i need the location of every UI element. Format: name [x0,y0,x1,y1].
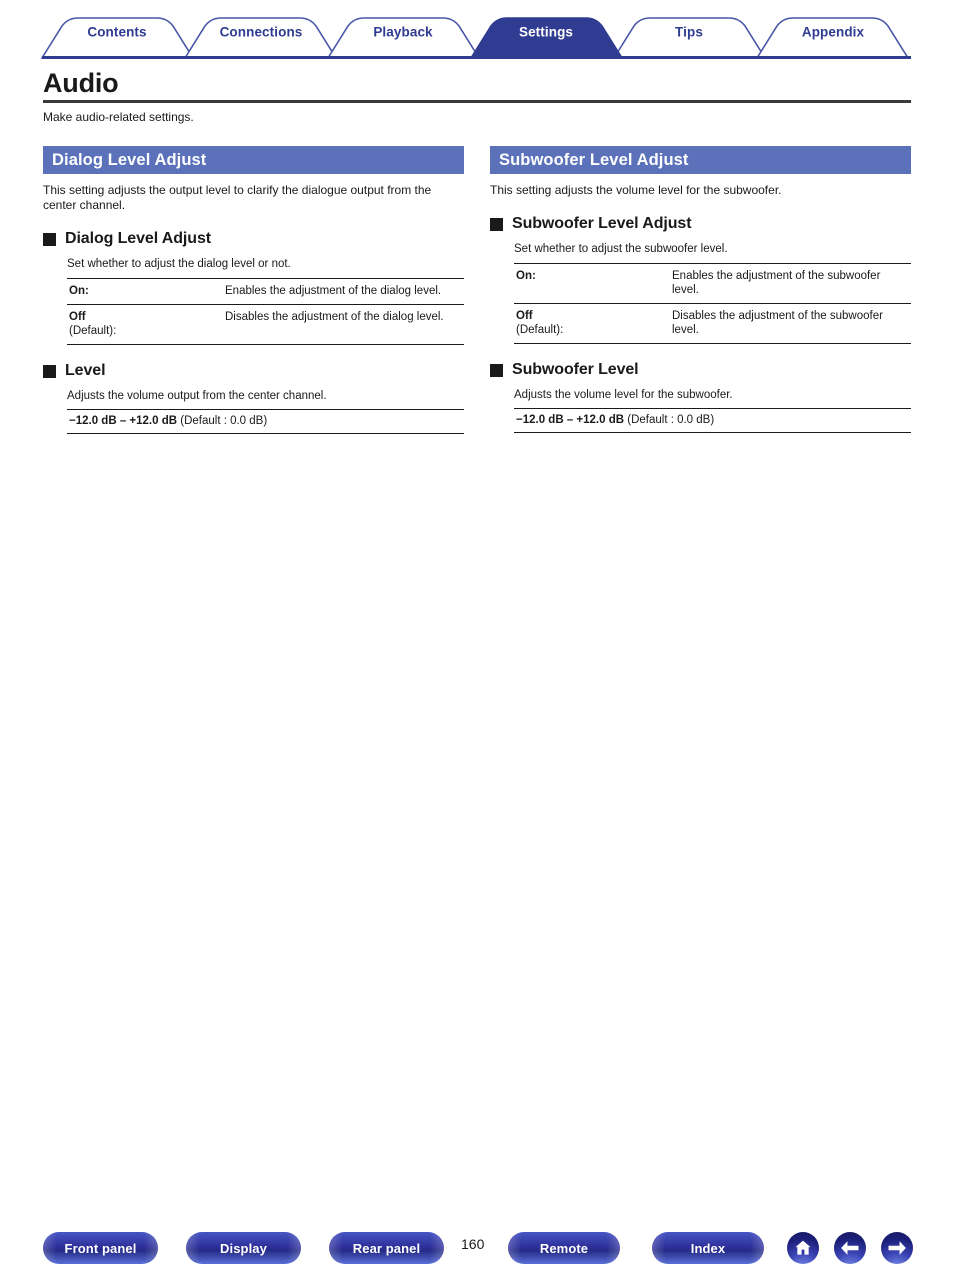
range-cell: −12.0 dB – +12.0 dB (Default : 0.0 dB) [67,409,464,434]
arrow-left-icon [841,1241,859,1255]
bullet-square-icon [43,233,56,246]
button-label: Remote [539,1240,589,1256]
option-value: Enables the adjustment of the dialog lev… [223,278,464,305]
subsection-level: Level [43,362,464,380]
forward-button[interactable] [881,1232,913,1264]
range-table-level: −12.0 dB – +12.0 dB (Default : 0.0 dB) [67,409,464,434]
range-cell: −12.0 dB – +12.0 dB (Default : 0.0 dB) [514,408,911,433]
table-row: On: Enables the adjustment of the dialog… [67,278,464,305]
section-intro-dialog: This setting adjusts the output level to… [43,183,432,212]
arrow-right-icon [888,1241,906,1255]
home-button[interactable] [787,1232,819,1264]
section-header-dialog-level-adjust: Dialog Level Adjust [43,146,464,174]
table-row: On: Enables the adjustment of the subwoo… [514,263,911,304]
title-divider [43,100,911,103]
tab-bar: Contents Connections Playback Settings T… [0,0,954,62]
subsection-desc: Adjusts the volume output from the cente… [67,390,327,402]
page-subtitle: Make audio-related settings. [43,110,194,124]
button-label: Display [220,1240,267,1256]
bullet-square-icon [490,364,503,377]
footer-nav: Front panel Display Rear panel 160 Remot… [0,613,954,1264]
home-icon [795,1240,811,1255]
option-key-text: Off [516,310,533,322]
table-row: −12.0 dB – +12.0 dB (Default : 0.0 dB) [514,408,911,433]
bullet-square-icon [43,365,56,378]
table-row: Off (Default): Disables the adjustment o… [514,303,911,344]
left-column: Dialog Level Adjust This setting adjusts… [43,146,464,434]
right-column: Subwoofer Level Adjust This setting adju… [490,146,911,433]
option-key-text: On: [516,270,536,282]
range-default-note: (Default : 0.0 dB) [624,414,715,426]
options-table-subwoofer-level-adjust: On: Enables the adjustment of the subwoo… [514,263,911,344]
subsection-title: Dialog Level Adjust [65,230,211,247]
subsection-title: Level [65,362,106,379]
back-button[interactable] [834,1232,866,1264]
option-value: Enables the adjustment of the subwoofer … [670,263,911,304]
table-row: −12.0 dB – +12.0 dB (Default : 0.0 dB) [67,409,464,434]
subsection-dialog-level-adjust: Dialog Level Adjust [43,230,464,248]
index-button[interactable]: Index [652,1232,764,1264]
subsection-subwoofer-level: Subwoofer Level [490,361,911,379]
range-table-subwoofer-level: −12.0 dB – +12.0 dB (Default : 0.0 dB) [514,408,911,433]
range-default-note: (Default : 0.0 dB) [177,415,268,427]
option-key-default-note: (Default): [69,325,117,337]
front-panel-button[interactable]: Front panel [43,1232,158,1264]
option-key-text: On: [69,285,89,297]
table-row: Off (Default): Disables the adjustment o… [67,304,464,345]
button-label: Index [690,1240,726,1256]
page-title: Audio [43,68,119,98]
option-value: Disables the adjustment of the dialog le… [223,304,464,345]
option-key: Off (Default): [67,304,223,345]
option-key-default-note: (Default): [516,324,564,336]
tab-settings[interactable]: Settings [502,25,590,40]
option-value: Disables the adjustment of the subwoofer… [670,303,911,344]
options-table-dialog-level-adjust: On: Enables the adjustment of the dialog… [67,278,464,345]
tab-playback[interactable]: Playback [358,25,448,40]
display-button[interactable]: Display [186,1232,301,1264]
tab-tips[interactable]: Tips [645,25,733,40]
option-key: Off (Default): [514,303,670,344]
subsection-title: Subwoofer Level [512,361,639,378]
subsection-title: Subwoofer Level Adjust [512,215,692,232]
button-label: Front panel [64,1240,137,1256]
subsection-subwoofer-level-adjust: Subwoofer Level Adjust [490,215,911,233]
subsection-desc: Set whether to adjust the subwoofer leve… [514,243,728,255]
section-intro-subwoofer: This setting adjusts the volume level fo… [490,183,782,197]
remote-button[interactable]: Remote [508,1232,620,1264]
option-key-text: Off [69,311,86,323]
tab-appendix[interactable]: Appendix [788,25,878,40]
range-value: −12.0 dB – +12.0 dB [516,414,625,426]
button-label: Rear panel [352,1240,421,1256]
subsection-desc: Adjusts the volume level for the subwoof… [514,389,733,401]
rear-panel-button[interactable]: Rear panel [329,1232,444,1264]
page-number: 160 [461,1236,485,1252]
tab-contents[interactable]: Contents [72,25,162,40]
option-key: On: [514,263,670,304]
subsection-desc: Set whether to adjust the dialog level o… [67,258,291,270]
section-header-subwoofer-level-adjust: Subwoofer Level Adjust [490,146,911,174]
bullet-square-icon [490,218,503,231]
range-value: −12.0 dB – +12.0 dB [69,415,178,427]
option-key: On: [67,278,223,305]
tab-connections[interactable]: Connections [210,25,312,40]
